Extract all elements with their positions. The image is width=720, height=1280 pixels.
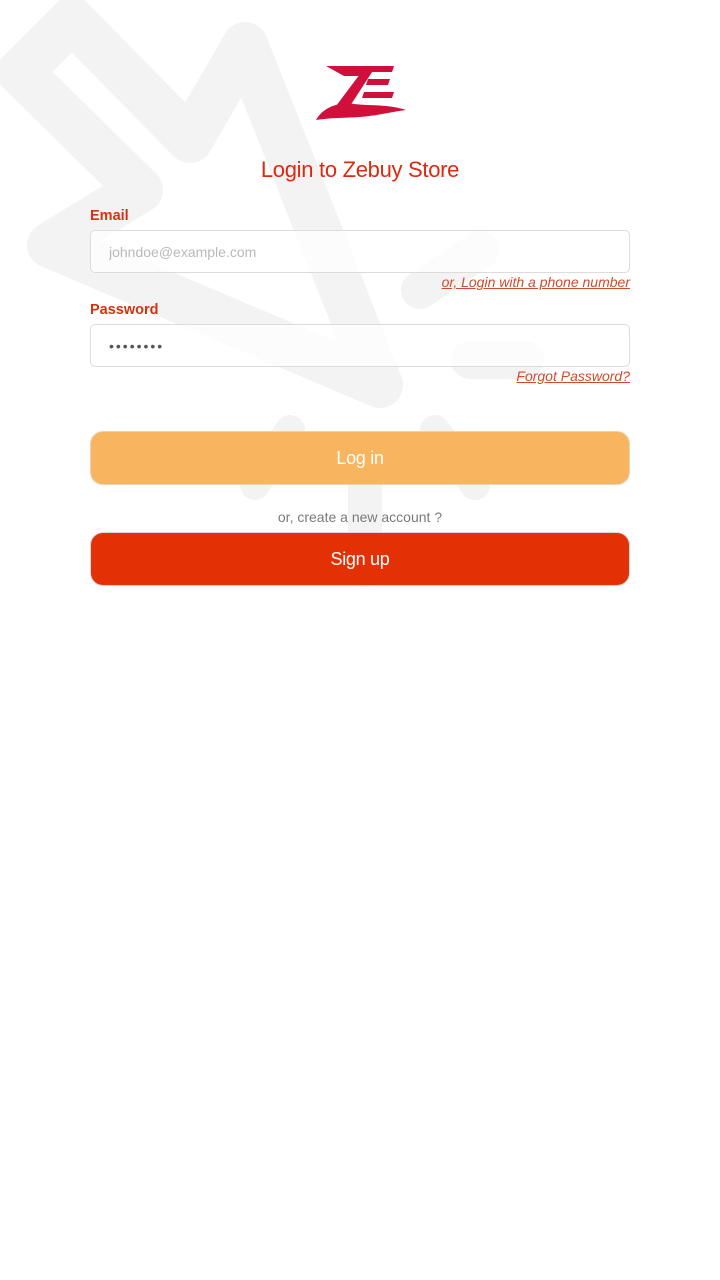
email-field[interactable] [90, 230, 630, 273]
password-label: Password [90, 302, 159, 318]
login-screen: Login to Zebuy Store Email or, Login wit… [0, 0, 720, 1280]
forgot-password-link[interactable]: Forgot Password? [516, 368, 630, 384]
email-label: Email [90, 208, 129, 224]
signup-button[interactable]: Sign up [90, 532, 630, 586]
login-with-phone-link[interactable]: or, Login with a phone number [442, 274, 630, 290]
password-field[interactable] [90, 324, 630, 367]
page-title: Login to Zebuy Store [260, 157, 460, 182]
create-account-prompt: or, create a new account ? [277, 509, 443, 525]
zebuy-logo [316, 66, 406, 120]
login-button[interactable]: Log in [90, 431, 630, 485]
